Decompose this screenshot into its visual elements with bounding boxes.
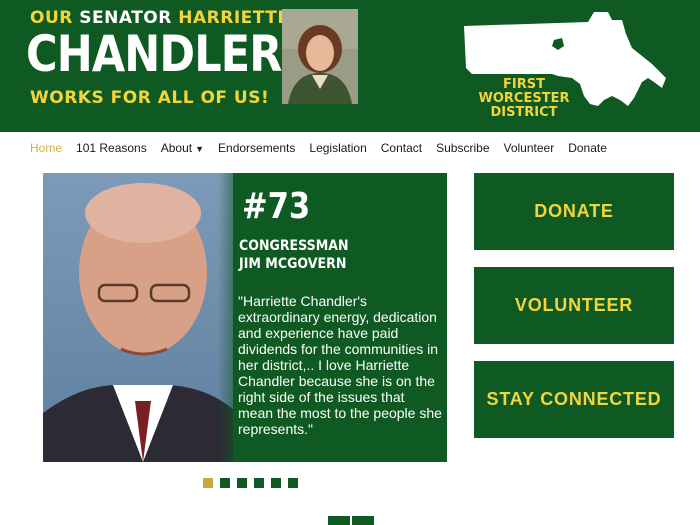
slider-dot-1[interactable] [203, 478, 213, 488]
slider-dot-2[interactable] [220, 478, 230, 488]
nav-legislation[interactable]: Legislation [309, 141, 366, 155]
candidate-portrait [282, 9, 358, 104]
main-nav: Home 101 Reasons About ▼ Endorsements Leg… [30, 140, 621, 156]
slider-dot-3[interactable] [237, 478, 247, 488]
volunteer-button[interactable]: VOLUNTEER [474, 267, 674, 344]
stay-connected-button[interactable]: STAY CONNECTED [474, 361, 674, 438]
site-header: OUR SENATOR HARRIETTE CHANDLER WORKS FOR… [0, 0, 700, 132]
endorser-title: CONGRESSMAN [239, 238, 349, 254]
endorser-fullname: JIM MCGOVERN [239, 256, 347, 272]
donate-button[interactable]: DONATE [474, 173, 674, 250]
nav-donate[interactable]: Donate [568, 141, 607, 155]
reason-number: #73 [242, 186, 311, 227]
nav-home[interactable]: Home [30, 141, 62, 155]
district-line-2: DISTRICT [490, 105, 558, 120]
nav-101-reasons[interactable]: 101 Reasons [76, 141, 147, 155]
chevron-down-icon: ▼ [195, 144, 205, 154]
endorser-name: CONGRESSMAN JIM MCGOVERN [239, 237, 349, 273]
slider-dot-4[interactable] [254, 478, 264, 488]
nav-contact[interactable]: Contact [381, 141, 422, 155]
tagline-bottom: WORKS FOR ALL OF US! [30, 88, 270, 108]
nav-about[interactable]: About ▼ [161, 141, 204, 155]
nav-endorsements[interactable]: Endorsements [218, 141, 295, 155]
testimonial-slide[interactable]: #73 CONGRESSMAN JIM MCGOVERN "Harriette … [43, 173, 447, 462]
slider-dot-6[interactable] [288, 478, 298, 488]
nav-volunteer[interactable]: Volunteer [504, 141, 555, 155]
social-links [328, 516, 376, 525]
endorsement-quote: "Harriette Chandler's extraordinary ener… [238, 293, 442, 437]
twitter-icon[interactable] [352, 516, 374, 525]
slider-pagination [203, 478, 305, 488]
nav-subscribe[interactable]: Subscribe [436, 141, 489, 155]
nav-about-label: About [160, 141, 193, 155]
slider-dot-5[interactable] [271, 478, 281, 488]
district-line-1: FIRST WORCESTER [478, 77, 570, 106]
facebook-icon[interactable] [328, 516, 350, 525]
endorser-photo [43, 173, 233, 462]
candidate-name[interactable]: CHANDLER [26, 24, 282, 84]
district-label: FIRST WORCESTER DISTRICT [464, 78, 584, 120]
